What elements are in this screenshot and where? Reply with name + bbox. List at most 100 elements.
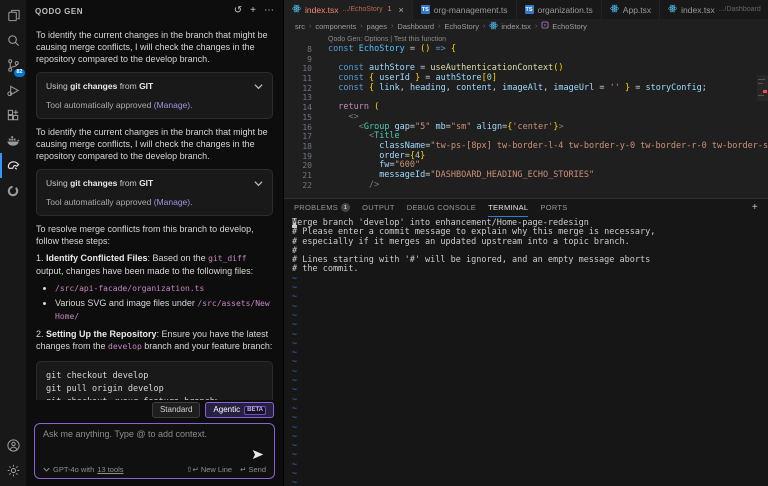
breadcrumb-item[interactable]: Dashboard xyxy=(397,22,434,31)
prompt-input[interactable] xyxy=(43,429,266,465)
send-icon[interactable] xyxy=(252,449,264,460)
line-number: 21 xyxy=(284,171,312,181)
agentic-mode-button[interactable]: AgenticBETA xyxy=(205,402,274,418)
code-token: = xyxy=(415,63,430,73)
code-token: authStore xyxy=(369,63,415,73)
terminal-output[interactable]: Merge branch 'develop' into enhancement/… xyxy=(284,217,768,486)
code-line: 12 const { link, heading, content, image… xyxy=(284,84,768,94)
code-token xyxy=(328,122,359,132)
panel-tab-output[interactable]: OUTPUT xyxy=(362,199,395,217)
panel-tab-problems[interactable]: PROBLEMS1 xyxy=(294,199,350,217)
tool-usage-card[interactable]: Using git changes from GIT Tool automati… xyxy=(36,72,273,119)
breadcrumb-label: pages xyxy=(367,22,387,31)
qodo-gen-panel: QODO GEN ↺ + ⋯ To identify the current c… xyxy=(26,0,284,486)
line-number: 13 xyxy=(284,93,312,103)
new-chat-icon[interactable]: + xyxy=(250,6,256,16)
breadcrumb-separator: › xyxy=(438,23,440,30)
code-token xyxy=(328,180,369,190)
panel-tab-debug-console[interactable]: DEBUG CONSOLE xyxy=(407,199,476,217)
qodo-panel-header: QODO GEN ↺ + ⋯ xyxy=(26,0,283,22)
editor-tab[interactable]: App.tsx xyxy=(602,0,660,19)
extension-ring-icon[interactable] xyxy=(0,178,26,203)
line-number: 15 xyxy=(284,113,312,123)
source-control-icon[interactable]: 82 xyxy=(0,53,26,78)
run-debug-icon[interactable] xyxy=(0,78,26,103)
code-token: , xyxy=(492,83,502,93)
code-token: , xyxy=(446,83,456,93)
extensions-icon[interactable] xyxy=(0,103,26,128)
panel-tab-ports[interactable]: PORTS xyxy=(540,199,567,217)
terminal-line: # especially if it merges an updated ups… xyxy=(292,238,768,247)
tools-link[interactable]: 13 tools xyxy=(97,465,123,474)
new-terminal-icon[interactable]: + xyxy=(752,203,758,213)
code-token: const xyxy=(338,63,364,73)
step-2: 2. Setting Up the Repository: Ensure you… xyxy=(36,328,273,353)
manage-link[interactable]: (Manage) xyxy=(154,197,190,207)
chevron-down-icon[interactable] xyxy=(254,83,263,90)
code-token: fw xyxy=(379,160,389,170)
code-token: "DASHBOARD_HEADING_ECHO_STORIES" xyxy=(430,170,594,180)
code-token: { xyxy=(451,44,456,54)
code-token: gap xyxy=(395,122,410,132)
manage-link[interactable]: (Manage) xyxy=(154,100,190,110)
step-title: Identify Conflicted Files xyxy=(46,253,148,263)
code-token: <> xyxy=(348,112,358,122)
approval-label: Tool automatically approved xyxy=(46,100,154,110)
tab-label: index.tsx xyxy=(681,5,715,15)
breadcrumb-item[interactable]: index.tsx xyxy=(489,21,531,32)
account-icon[interactable] xyxy=(0,433,26,458)
code-token: /> xyxy=(369,180,379,190)
close-icon[interactable]: × xyxy=(399,5,404,15)
symbol-icon xyxy=(541,21,549,31)
panel-tab-label: DEBUG CONSOLE xyxy=(407,203,476,212)
more-actions-icon[interactable]: ⋯ xyxy=(264,6,274,16)
editor-tab[interactable]: TSorganization.ts xyxy=(517,0,602,19)
settings-icon[interactable] xyxy=(0,458,26,483)
docker-icon[interactable] xyxy=(0,128,26,153)
code-editor[interactable]: Qodo Gen: Options | Test this function 8… xyxy=(284,33,768,198)
breadcrumb-item[interactable]: EchoStory xyxy=(541,21,587,31)
editor-tab[interactable]: index.tsx.../Dashboard xyxy=(660,0,768,19)
chevron-down-icon[interactable] xyxy=(254,180,263,187)
panel-tab-terminal[interactable]: TERMINAL xyxy=(488,199,528,217)
code-token: "5" xyxy=(415,122,430,132)
terminal-line: # Lines starting with '#' will be ignore… xyxy=(292,256,768,265)
tool-usage-card[interactable]: Using git changes from GIT Tool automati… xyxy=(36,169,273,216)
editor-tab[interactable]: index.tsx.../EchoStory1× xyxy=(284,0,413,19)
files-icon[interactable] xyxy=(0,3,26,28)
list-item: /src/api-facade/organization.ts xyxy=(55,282,273,295)
prompt-input-box: GPT-4o with 13 tools ⇧↵ New Line ↵ Send xyxy=(34,423,275,479)
code-token: mb xyxy=(436,122,446,132)
breadcrumb-item[interactable]: src xyxy=(295,22,305,31)
code-token xyxy=(328,131,369,141)
chevron-down-icon[interactable] xyxy=(43,467,50,472)
code-token: = xyxy=(594,83,609,93)
step-number: 1. xyxy=(36,253,46,263)
panel-title: QODO GEN xyxy=(35,7,83,16)
terminal-empty-line: ~ xyxy=(292,377,768,386)
breadcrumb-separator: › xyxy=(360,23,362,30)
minimap[interactable] xyxy=(757,75,768,101)
step-text: output, changes have been made to the fo… xyxy=(36,266,253,276)
qodo-gen-icon[interactable] xyxy=(0,153,26,178)
terminal-empty-line: ~ xyxy=(292,340,768,349)
terminal-empty-line: ~ xyxy=(292,414,768,423)
code-token: return xyxy=(338,102,369,112)
line-number: 17 xyxy=(284,132,312,142)
code-token: storyConfig xyxy=(645,83,701,93)
editor-tab[interactable]: TSorg-management.ts xyxy=(413,0,517,19)
breadcrumb-item[interactable]: EchoStory xyxy=(444,22,479,31)
breadcrumb-label: components xyxy=(315,22,356,31)
code-token: } xyxy=(420,151,425,161)
search-icon[interactable] xyxy=(0,28,26,53)
code-token: > xyxy=(558,122,563,132)
model-selector[interactable]: GPT-4o with xyxy=(53,465,94,474)
history-icon[interactable]: ↺ xyxy=(234,6,242,16)
code-token: ; xyxy=(702,83,707,93)
keyboard-hints: ⇧↵ New Line ↵ Send xyxy=(186,465,266,474)
standard-mode-button[interactable]: Standard xyxy=(152,402,200,418)
breadcrumb-item[interactable]: components xyxy=(315,22,356,31)
beta-badge: BETA xyxy=(244,406,266,415)
tool-card-text: Using xyxy=(46,80,70,92)
breadcrumb-item[interactable]: pages xyxy=(367,22,387,31)
